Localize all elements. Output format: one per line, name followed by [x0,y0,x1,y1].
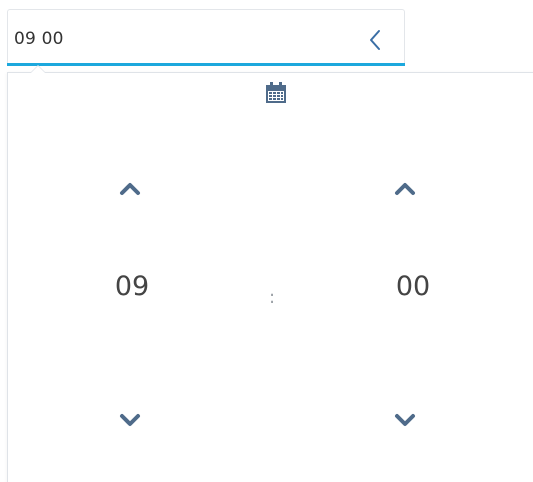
toggle-picker-button[interactable] [363,27,389,53]
popup-arrow [30,65,46,73]
minute-decrement-button[interactable] [391,409,419,433]
time-separator: : [268,287,276,308]
time-input[interactable]: 09 00 [7,9,405,65]
time-picker: 09 00 09: 00 [0,0,533,482]
time-picker-popup [7,72,533,482]
hour-increment-button[interactable] [116,176,144,200]
chevron-up-icon [120,183,140,195]
minute-increment-button[interactable] [391,176,419,200]
chevron-down-icon [395,414,415,426]
input-focus-underline [7,63,405,66]
chevron-up-icon [395,183,415,195]
hour-value: 09 [114,271,150,302]
chevron-down-icon [120,414,140,426]
minute-value: 00 [395,271,431,302]
switch-to-calendar-button[interactable] [263,80,289,106]
calendar-icon [266,82,286,103]
time-input-value[interactable]: 09 00 [14,29,64,49]
chevron-left-icon [370,30,380,50]
hour-decrement-button[interactable] [116,409,144,433]
